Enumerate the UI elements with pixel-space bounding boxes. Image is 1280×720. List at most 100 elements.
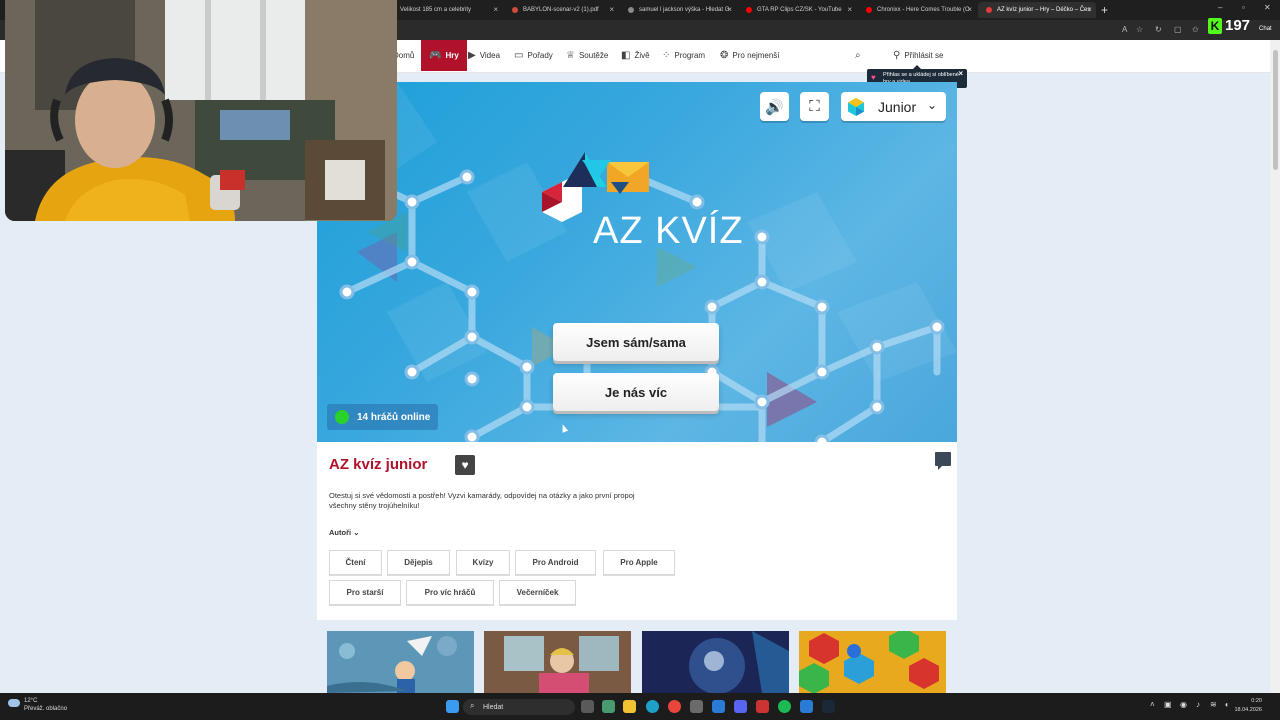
tray-app-icon[interactable]: ◉ xyxy=(1180,700,1187,709)
nav-item-contests[interactable]: ♕ Soutěže xyxy=(566,40,608,71)
close-icon[interactable]: × xyxy=(847,6,852,14)
online-badge: 14 hráčů online xyxy=(327,404,439,430)
chevron-up-icon[interactable]: ˄ xyxy=(1150,700,1155,709)
discord-icon[interactable] xyxy=(734,700,747,713)
task-view-icon[interactable] xyxy=(581,700,594,713)
browser-tab[interactable]: samuel l jackson výška - Hledat G × xyxy=(620,2,736,18)
close-icon[interactable]: × xyxy=(493,6,498,14)
tab-label: BABYLON-scenar-v2 (1).pdf xyxy=(523,7,599,13)
fullscreen-button[interactable]: ⛶ xyxy=(800,92,829,121)
online-count: 14 hráčů online xyxy=(357,411,431,423)
decko-icon xyxy=(986,7,992,13)
logo-text: AZ KVÍZ xyxy=(593,210,744,252)
windows-start-icon[interactable] xyxy=(446,700,459,713)
close-icon[interactable]: × xyxy=(967,6,972,14)
maximize-icon[interactable]: ▫ xyxy=(1242,3,1245,12)
minimize-icon[interactable]: – xyxy=(1218,3,1222,12)
tab-label: Chronixx - Here Comes Trouble (O xyxy=(877,7,970,13)
volume-icon[interactable]: ◖ xyxy=(1224,700,1229,709)
mail-icon[interactable] xyxy=(712,700,725,713)
nav-item-live[interactable]: ◧ Živě xyxy=(621,40,650,71)
close-icon[interactable]: × xyxy=(609,6,614,14)
tag-older[interactable]: Pro starší xyxy=(329,580,401,605)
browser-tab[interactable]: Velikost 185 cm a celebrity × xyxy=(392,2,502,18)
clock-time: 0:20 xyxy=(1251,698,1262,704)
comment-icon[interactable] xyxy=(935,452,951,470)
file-explorer-icon[interactable] xyxy=(623,700,636,713)
webcam-overlay xyxy=(5,0,397,221)
nav-item-program[interactable]: ⁘ Program xyxy=(662,40,705,71)
spotify-icon[interactable] xyxy=(778,700,791,713)
game-area[interactable]: 🔊 ⛶ Junior ⌄ AZ KVÍZ Jsem sám/sama Je ná… xyxy=(317,82,957,442)
weather-widget[interactable]: 12°C Převáž. oblačno xyxy=(8,697,67,713)
nav-label: Soutěže xyxy=(578,51,609,60)
tag-apple[interactable]: Pro Apple xyxy=(603,550,675,575)
nav-item-little-ones[interactable]: ❂ Pro nejmenší xyxy=(720,40,780,71)
favorite-button[interactable]: ♥ xyxy=(455,455,475,475)
app-icon[interactable] xyxy=(800,700,813,713)
video-thumbnail[interactable] xyxy=(642,631,789,693)
app-icon[interactable] xyxy=(756,700,769,713)
game-info: AZ kvíz junior ♥ Otestuj si své vědomost… xyxy=(317,442,957,620)
chevron-down-icon: ⌄ xyxy=(353,528,360,537)
page-title: AZ kvíz junior xyxy=(329,456,428,473)
tag-reading[interactable]: Čtení xyxy=(329,550,382,575)
tag-history[interactable]: Dějepis xyxy=(387,550,450,575)
authors-toggle[interactable]: Autoři ⌄ xyxy=(329,528,359,537)
hexagon-icon xyxy=(848,97,864,116)
sound-button[interactable]: 🔊 xyxy=(760,92,789,121)
tab-label: GTA RP Clips CZ/SK - YouTube xyxy=(757,7,842,13)
close-icon[interactable]: × xyxy=(958,70,963,78)
chrome-icon[interactable] xyxy=(668,700,681,713)
browser-tab[interactable]: Chronixx - Here Comes Trouble (O × xyxy=(858,2,976,18)
nav-item-games[interactable]: 🎮 Hry xyxy=(421,40,467,71)
game-thumbnail[interactable] xyxy=(327,631,474,693)
single-player-button[interactable]: Jsem sám/sama xyxy=(553,323,719,361)
favorite-star-icon[interactable]: ☆ xyxy=(1136,25,1143,34)
level-select[interactable]: Junior ⌄ xyxy=(841,92,946,121)
close-icon[interactable]: × xyxy=(1087,6,1092,14)
read-aloud-icon[interactable]: A xyxy=(1122,25,1127,34)
heart-icon: ♥ xyxy=(461,458,469,472)
refresh-icon[interactable]: ↻ xyxy=(1155,25,1162,34)
search-button[interactable]: ⌕ xyxy=(855,40,861,71)
split-screen-icon[interactable]: ▢ xyxy=(1174,25,1182,34)
new-tab-button[interactable]: + xyxy=(1101,3,1108,17)
gamepad-icon: 🎮 xyxy=(429,50,442,61)
tray-app-icon[interactable]: ▣ xyxy=(1164,700,1172,709)
user-pin-icon: ⚲ xyxy=(893,50,901,61)
search-icon: ⌕ xyxy=(855,50,861,61)
nav-label: Hry xyxy=(445,51,459,60)
game-thumbnail[interactable] xyxy=(799,631,946,693)
taskbar-search[interactable]: ⌕ Hledat xyxy=(463,699,575,715)
browser-tab[interactable]: GTA RP Clips CZ/SK - YouTube × xyxy=(738,2,856,18)
tag-quizzes[interactable]: Kvízy xyxy=(456,550,510,575)
multi-player-button[interactable]: Je nás víc xyxy=(553,373,719,411)
scrollbar[interactable] xyxy=(1270,40,1280,693)
close-window-icon[interactable]: ✕ xyxy=(1264,3,1271,12)
edge-icon[interactable] xyxy=(646,700,659,713)
browser-tab[interactable]: BABYLON-scenar-v2 (1).pdf × xyxy=(504,2,618,18)
browser-tab-active[interactable]: AZ kvíz junior – Hry – Déčko – Čes × xyxy=(978,2,1096,18)
wifi-icon[interactable]: ≋ xyxy=(1210,700,1217,709)
scrollbar-thumb[interactable] xyxy=(1273,50,1278,170)
nav-item-shows[interactable]: ▭ Pořady xyxy=(514,40,553,71)
nav-item-videos[interactable]: ▶ Videa xyxy=(468,40,500,71)
microphone-icon[interactable]: ♪ xyxy=(1196,700,1200,709)
copilot-icon[interactable] xyxy=(602,700,615,713)
close-icon[interactable]: × xyxy=(727,6,732,14)
nav-label: Živě xyxy=(634,51,650,60)
tag-vecernicek[interactable]: Večerníček xyxy=(499,580,576,605)
tag-android[interactable]: Pro Android xyxy=(515,550,596,575)
online-dot-icon xyxy=(335,410,349,424)
pdf-icon xyxy=(512,7,518,13)
video-thumbnail[interactable] xyxy=(484,631,631,693)
steam-icon[interactable] xyxy=(822,700,835,713)
kick-viewer-count: 197 xyxy=(1225,17,1251,34)
store-icon[interactable] xyxy=(690,700,703,713)
tag-multiplayer[interactable]: Pro víc hráčů xyxy=(406,580,494,605)
tab-label: samuel l jackson výška - Hledat G xyxy=(639,7,730,13)
nav-label: Videa xyxy=(479,51,501,60)
clock[interactable]: 0:20 18.04.2026 xyxy=(1230,697,1262,715)
collections-icon[interactable]: ✩ xyxy=(1192,25,1199,34)
